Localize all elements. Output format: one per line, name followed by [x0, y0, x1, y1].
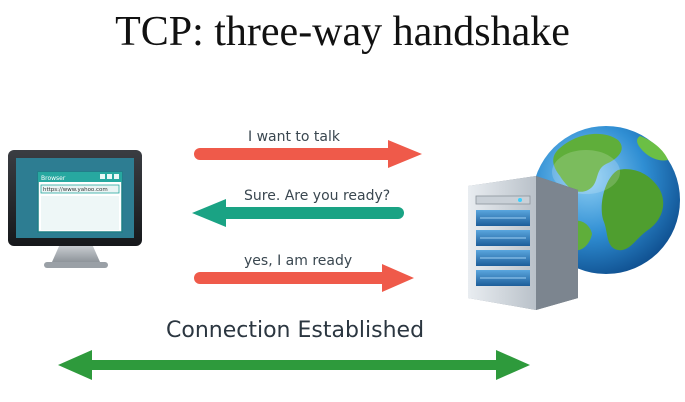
server-tower-icon [468, 176, 578, 310]
server-globe-group [468, 126, 680, 310]
